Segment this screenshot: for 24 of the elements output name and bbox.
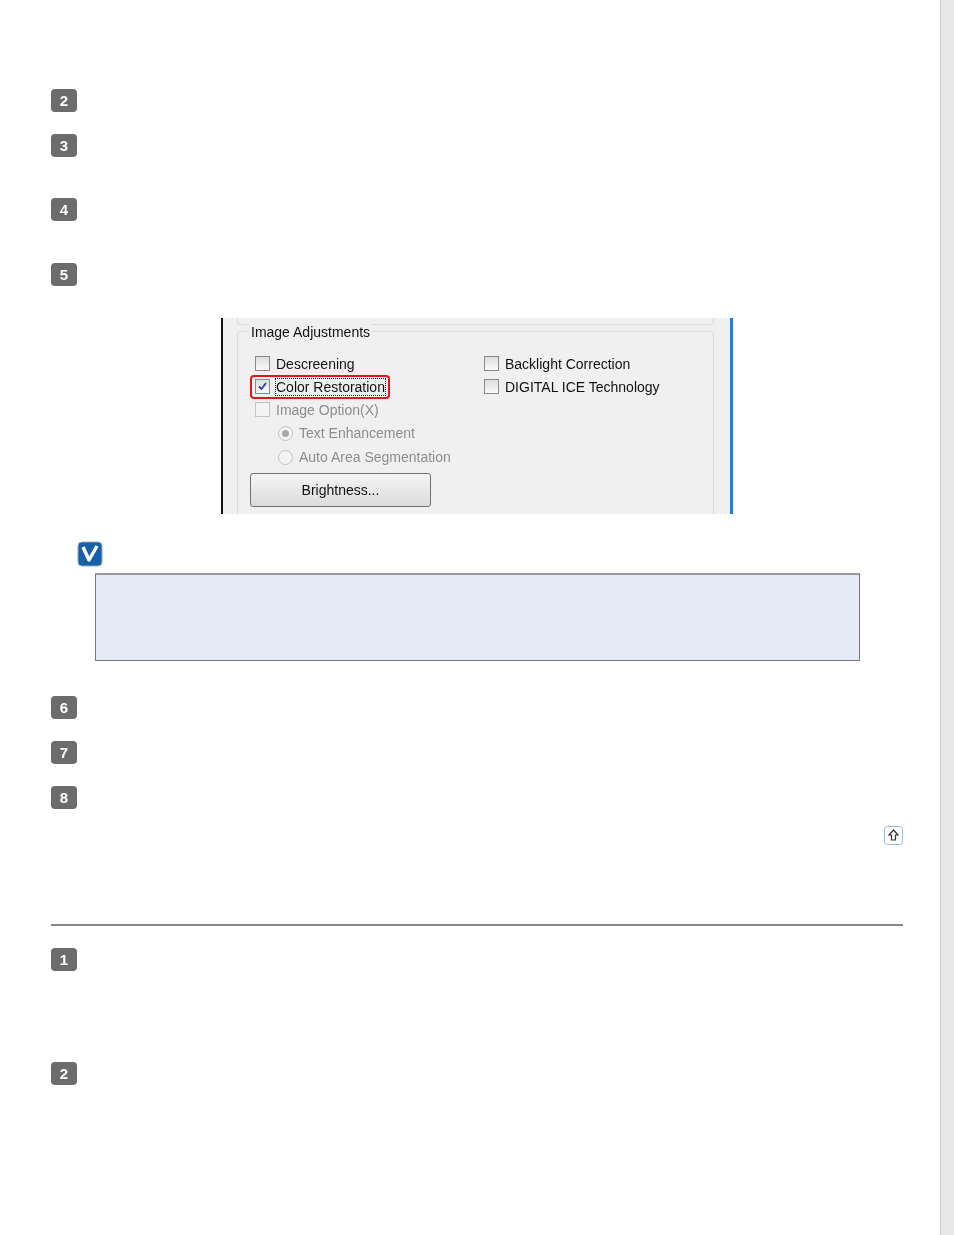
radio-label: Auto Area Segmentation bbox=[299, 449, 451, 465]
step-number: 6 bbox=[51, 696, 77, 719]
step-number: 8 bbox=[51, 786, 77, 809]
checkbox-label: Descreening bbox=[276, 355, 355, 372]
checkbox[interactable] bbox=[484, 356, 499, 371]
step-number: 5 bbox=[51, 263, 77, 286]
step-number: 3 bbox=[51, 134, 77, 157]
checkbox-label: Backlight Correction bbox=[505, 355, 631, 372]
brightness-button[interactable]: Brightness... bbox=[250, 473, 431, 507]
step-number: 4 bbox=[51, 198, 77, 221]
step-number: 2 bbox=[51, 1062, 77, 1085]
checkbox-label: DIGITAL ICE Technology bbox=[505, 378, 660, 395]
checkbox[interactable] bbox=[255, 356, 270, 371]
step-number: 2 bbox=[51, 89, 77, 112]
scrollbar[interactable] bbox=[940, 0, 954, 1235]
step-number: 7 bbox=[51, 741, 77, 764]
group-title: Image Adjustments bbox=[249, 324, 373, 340]
checkbox[interactable] bbox=[255, 379, 270, 394]
checkmark-icon bbox=[77, 541, 103, 567]
checkbox[interactable] bbox=[484, 379, 499, 394]
radio-label: Text Enhancement bbox=[299, 425, 415, 441]
checkbox-label: Color Restoration bbox=[276, 378, 385, 395]
checkbox-label: Image Option(X) bbox=[276, 401, 379, 418]
step-number: 1 bbox=[51, 948, 77, 971]
